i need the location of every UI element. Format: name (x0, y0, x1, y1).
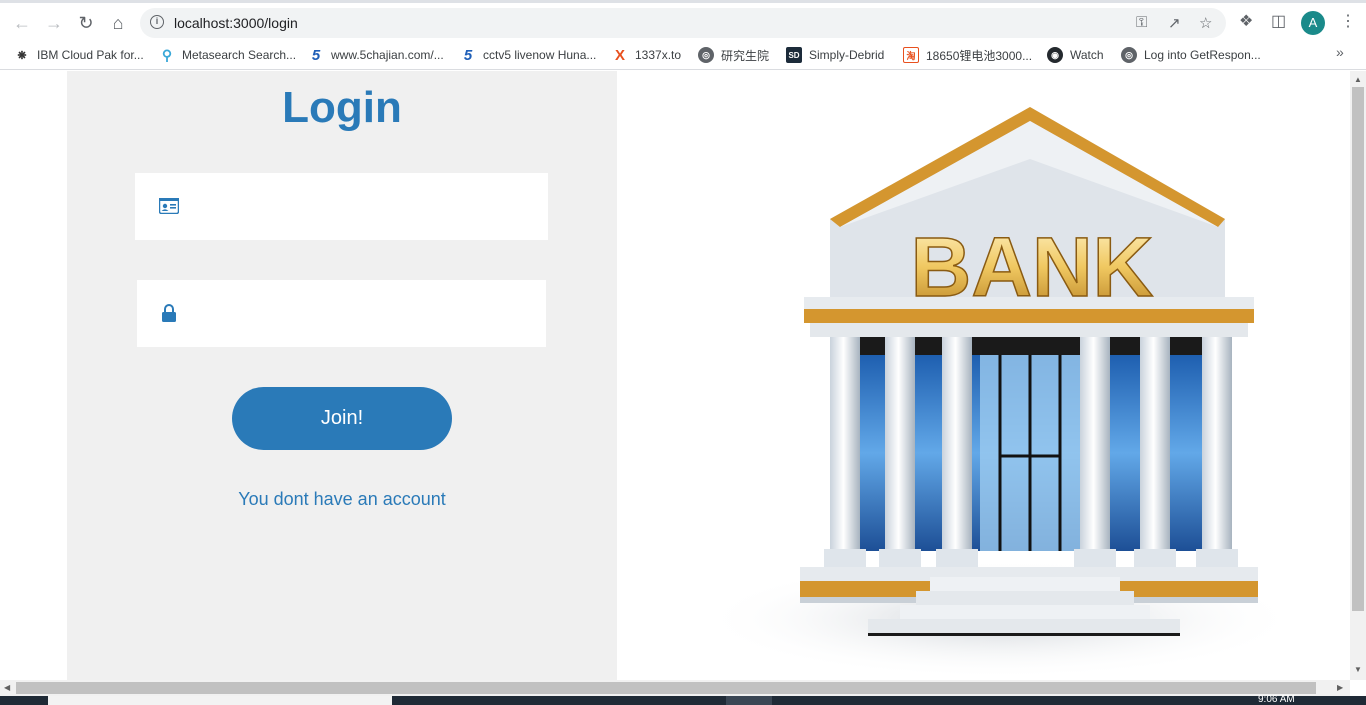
password-field[interactable] (137, 280, 546, 347)
join-button[interactable]: Join! (232, 387, 452, 450)
bookmark-item[interactable]: ◎ 研究生院 (698, 45, 769, 65)
os-taskbar: 9:06 AM (0, 694, 1366, 705)
page-viewport: Login Join! You dont have an account BAN… (0, 71, 1350, 680)
side-panel-icon[interactable]: ◫ (1271, 11, 1286, 31)
bookmark-label: Simply-Debrid (809, 48, 885, 62)
password-input[interactable] (191, 280, 531, 347)
back-arrow-icon[interactable]: ← (8, 9, 36, 37)
forward-arrow-icon[interactable]: → (40, 9, 68, 37)
bookmark-label: 1337x.to (635, 48, 682, 62)
bank-building-illustration: BANK (700, 107, 1280, 679)
vertical-scrollbar-thumb[interactable] (1352, 87, 1364, 611)
bookmark-item[interactable]: ❋ IBM Cloud Pak for... (14, 45, 144, 65)
page-title: Login (282, 83, 402, 132)
bee-icon: ❋ (17, 49, 27, 62)
bookmark-item[interactable]: 淘 18650锂电池3000... (903, 45, 1032, 65)
globe-icon: ◎ (698, 47, 714, 63)
five-icon: 5 (463, 46, 473, 64)
bookmark-label: www.5chajian.com/... (331, 48, 444, 62)
five-icon: 5 (311, 46, 321, 64)
bookmark-label: IBM Cloud Pak for... (37, 48, 144, 62)
bookmark-item[interactable]: 5 www.5chajian.com/... (308, 45, 444, 65)
home-icon[interactable]: ⌂ (104, 9, 132, 37)
address-bar[interactable]: i localhost:3000/login ⚿ ↗ ☆ (140, 8, 1226, 38)
scroll-up-arrow-icon[interactable]: ▲ (1354, 75, 1362, 84)
scroll-left-arrow-icon[interactable]: ◀ (4, 683, 10, 692)
bookmark-label: Metasearch Search... (182, 48, 297, 62)
share-icon[interactable]: ↗ (1168, 14, 1181, 32)
bookmark-item[interactable]: X 1337x.to (612, 45, 681, 65)
lock-icon (161, 304, 177, 327)
address-url[interactable]: localhost:3000/login (174, 15, 298, 31)
username-input[interactable] (191, 173, 531, 240)
bookmark-item[interactable]: ⚲ Metasearch Search... (159, 45, 296, 65)
taskbar-active-app[interactable] (726, 696, 772, 705)
bookmark-label: 研究生院 (721, 48, 770, 63)
bookmark-item[interactable]: SD Simply-Debrid (786, 45, 884, 65)
x-icon: X (614, 46, 625, 64)
bookmark-item[interactable]: 5 cctv5 livenow Huna... (460, 45, 597, 65)
star-icon[interactable]: ☆ (1199, 14, 1212, 32)
taskbar-search[interactable] (48, 696, 392, 705)
horizontal-scrollbar-thumb[interactable] (16, 682, 1316, 694)
browser-toolbar: ← → ↻ ⌂ i localhost:3000/login ⚿ ↗ ☆ ❖ ◫… (0, 0, 1366, 40)
sd-icon: SD (786, 47, 802, 63)
extensions-icon[interactable]: ❖ (1239, 11, 1253, 31)
bookmark-item[interactable]: ◎ Log into GetRespon... (1121, 45, 1261, 65)
bookmark-item[interactable]: ◉ Watch (1047, 45, 1104, 65)
bookmarks-overflow-icon[interactable]: » (1336, 44, 1344, 60)
bookmark-label: Log into GetRespon... (1144, 48, 1261, 62)
username-field[interactable] (135, 173, 548, 240)
horizontal-scrollbar[interactable]: ◀ ▶ (0, 680, 1350, 696)
site-info-icon[interactable]: i (150, 15, 164, 29)
login-panel: Login Join! You dont have an account (67, 71, 617, 680)
taobao-icon: 淘 (903, 47, 919, 63)
globe-icon: ◎ (1121, 47, 1137, 63)
menu-kebab-icon[interactable]: ⋮ (1340, 11, 1356, 31)
taskbar-clock: 9:06 AM (1258, 694, 1295, 705)
profile-avatar[interactable]: A (1301, 11, 1325, 35)
vertical-scrollbar[interactable]: ▲ ▼ (1350, 71, 1366, 680)
magnifier-icon: ⚲ (161, 46, 173, 63)
entablature-trim (804, 309, 1254, 323)
github-icon: ◉ (1047, 47, 1063, 63)
key-icon[interactable]: ⚿ (1136, 14, 1147, 31)
bookmarks-bar: ❋ IBM Cloud Pak for... ⚲ Metasearch Sear… (0, 40, 1366, 70)
bookmark-label: Watch (1070, 48, 1104, 62)
bookmark-label: 18650锂电池3000... (926, 48, 1033, 63)
scroll-down-arrow-icon[interactable]: ▼ (1354, 665, 1362, 674)
bookmark-label: cctv5 livenow Huna... (483, 48, 597, 62)
scroll-right-arrow-icon[interactable]: ▶ (1337, 683, 1343, 692)
id-card-icon (158, 197, 180, 219)
register-link[interactable]: You dont have an account (67, 489, 617, 510)
reload-icon[interactable]: ↻ (72, 9, 100, 37)
